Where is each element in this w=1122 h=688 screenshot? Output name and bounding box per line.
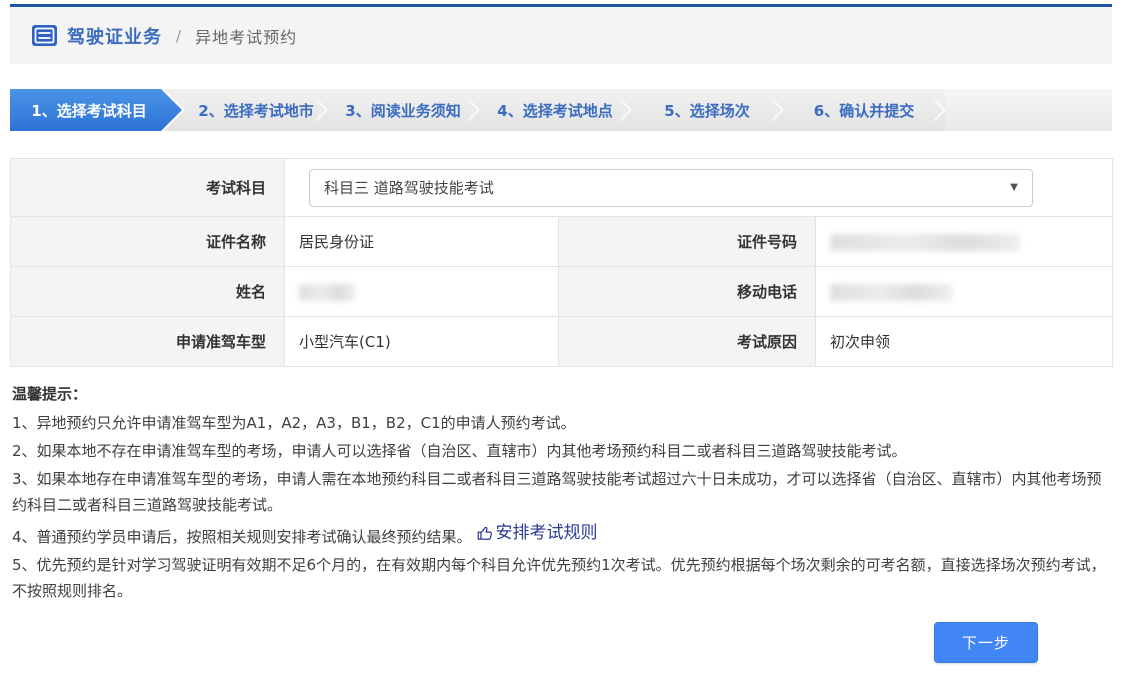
breadcrumb-separator: /: [176, 27, 181, 45]
tip-item: 4、普通预约学员申请后，按照相关规则安排考试确认最终预约结果。 安排考试规则: [12, 520, 1112, 550]
applicant-info-table: 考试科目 科目三 道路驾驶技能考试 ▼ 证件名称 居民身份证 证件号码 姓名 移…: [10, 158, 1113, 367]
tab-step-5[interactable]: 5、选择场次: [631, 89, 783, 131]
tab-step-1-wrap: 1、选择考试科目: [10, 89, 182, 131]
tips-list: 1、异地预约只允许申请准驾车型为A1，A2，A3，B1，B2，C1的申请人预约考…: [12, 410, 1112, 604]
action-bar: 下一步: [934, 622, 1038, 663]
tab-step-6[interactable]: 6、确认并提交: [783, 89, 945, 131]
id-number-value: [816, 217, 1113, 267]
table-row: 证件名称 居民身份证 证件号码: [11, 217, 1113, 267]
exam-subject-label: 考试科目: [11, 159, 285, 217]
tab-step-6-label: 6、确认并提交: [814, 100, 914, 121]
tab-filler: [945, 89, 1112, 131]
next-step-button[interactable]: 下一步: [934, 622, 1038, 663]
tip-item: 1、异地预约只允许申请准驾车型为A1，A2，A3，B1，B2，C1的申请人预约考…: [12, 410, 1112, 436]
breadcrumb-current: 异地考试预约: [195, 24, 297, 48]
id-number-label: 证件号码: [559, 217, 816, 267]
table-row: 考试科目 科目三 道路驾驶技能考试 ▼: [11, 159, 1113, 217]
tip-item: 2、如果本地不存在申请准驾车型的考场，申请人可以选择省（自治区、直辖市）内其他考…: [12, 438, 1112, 464]
tip-item: 3、如果本地存在申请准驾车型的考场，申请人需在本地预约科目二或者科目三道路驾驶技…: [12, 466, 1112, 518]
id-type-label: 证件名称: [11, 217, 285, 267]
tab-step-3[interactable]: 3、阅读业务须知: [327, 89, 479, 131]
name-label: 姓名: [11, 267, 285, 317]
exam-reason-label: 考试原因: [559, 317, 816, 367]
exam-rules-link-label: 安排考试规则: [496, 520, 598, 546]
tab-step-2-label: 2、选择考试地市: [198, 100, 313, 121]
table-row: 姓名 移动电话: [11, 267, 1113, 317]
breadcrumb-primary[interactable]: 驾驶证业务: [67, 23, 162, 49]
tip-item: 5、优先预约是针对学习驾驶证明有效期不足6个月的，在有效期内每个科目允许优先预约…: [12, 552, 1112, 604]
chevron-right-icon: [611, 99, 632, 120]
redacted-name: [299, 284, 355, 301]
caret-down-icon: ▼: [1010, 182, 1018, 193]
license-list-icon: [32, 25, 57, 46]
page: 驾驶证业务 / 异地考试预约 1、选择考试科目 2、选择考试地市 3、阅读业务须…: [0, 0, 1122, 688]
tab-step-4[interactable]: 4、选择考试地点: [479, 89, 631, 131]
thumb-up-icon: [476, 524, 494, 542]
mobile-value: [816, 267, 1113, 317]
id-type-value: 居民身份证: [285, 217, 559, 267]
exam-reason-value: 初次申领: [816, 317, 1113, 367]
exam-subject-select[interactable]: 科目三 道路驾驶技能考试 ▼: [309, 169, 1033, 207]
exam-subject-cell: 科目三 道路驾驶技能考试 ▼: [285, 159, 1113, 217]
tab-step-2[interactable]: 2、选择考试地市: [161, 89, 327, 131]
exam-rules-link[interactable]: 安排考试规则: [476, 520, 598, 546]
vehicle-type-label: 申请准驾车型: [11, 317, 285, 367]
tab-step-5-label: 5、选择场次: [664, 100, 749, 121]
redacted-mobile: [830, 284, 952, 301]
tips-title: 温馨提示：: [12, 383, 1112, 404]
step-tabs: 1、选择考试科目 2、选择考试地市 3、阅读业务须知 4、选择考试地点 5、选择…: [10, 89, 1112, 131]
chevron-right-icon: [925, 99, 946, 120]
name-value: [285, 267, 559, 317]
table-row: 申请准驾车型 小型汽车(C1) 考试原因 初次申领: [11, 317, 1113, 367]
chevron-right-icon: [763, 99, 784, 120]
chevron-right-icon: [459, 99, 480, 120]
mobile-label: 移动电话: [559, 267, 816, 317]
tab-step-1[interactable]: 1、选择考试科目: [10, 89, 182, 131]
exam-subject-selected-value: 科目三 道路驾驶技能考试: [324, 177, 494, 198]
redacted-id-number: [830, 234, 1020, 251]
tab-step-4-label: 4、选择考试地点: [497, 100, 612, 121]
tab-step-3-label: 3、阅读业务须知: [345, 100, 460, 121]
breadcrumb: 驾驶证业务 / 异地考试预约: [10, 4, 1112, 64]
vehicle-type-value: 小型汽车(C1): [285, 317, 559, 367]
tips-section: 温馨提示： 1、异地预约只允许申请准驾车型为A1，A2，A3，B1，B2，C1的…: [12, 383, 1112, 604]
tip-item-text: 4、普通预约学员申请后，按照相关规则安排考试确认最终预约结果。: [12, 528, 472, 546]
